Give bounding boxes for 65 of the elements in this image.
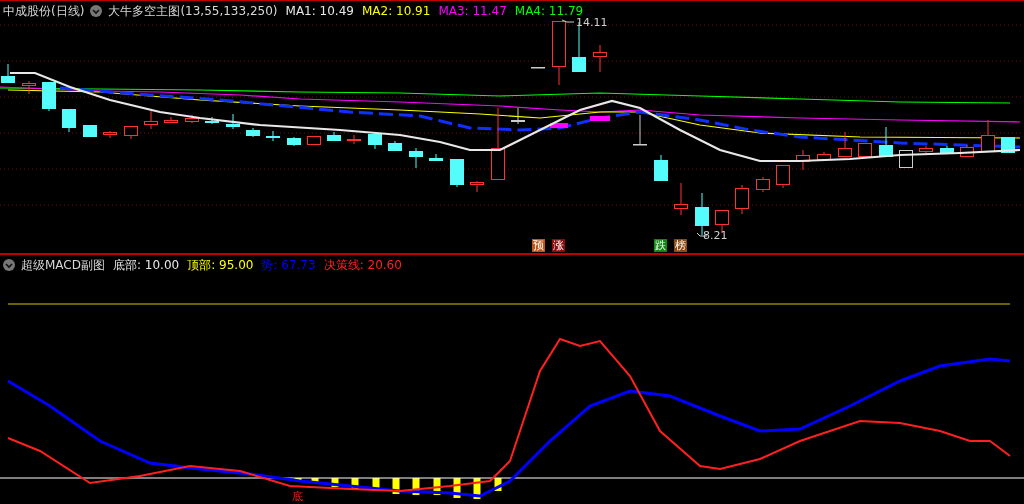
indicator-reading: MA1: 10.49 [285, 4, 354, 18]
candlestick [287, 136, 301, 147]
candlestick [226, 113, 240, 130]
candlestick [42, 81, 56, 112]
candlestick [388, 140, 402, 152]
candlestick [83, 124, 97, 138]
candlestick [858, 142, 872, 158]
candlestick [22, 80, 36, 95]
candlestick [429, 153, 443, 162]
candlestick [960, 144, 974, 158]
candlestick [62, 108, 76, 133]
candlestick [531, 66, 545, 69]
candlestick [246, 127, 260, 138]
candlestick [919, 145, 933, 154]
dropdown-chevron-icon[interactable] [3, 259, 15, 271]
candlestick [838, 131, 852, 158]
candlestick [266, 130, 280, 142]
dropdown-chevron-icon[interactable] [90, 5, 103, 17]
indicator-reading: 决策线: 20.60 [323, 256, 402, 274]
candlestick [552, 20, 566, 86]
indicator-name: 超级MACD副图 [21, 256, 105, 274]
candlestick [735, 184, 749, 215]
candlestick [368, 133, 382, 150]
indicator-reading: MA2: 10.91 [361, 4, 431, 18]
candlestick [103, 130, 117, 139]
candlestick [185, 114, 199, 124]
candlestick [633, 114, 647, 146]
candlestick [654, 154, 668, 182]
signal-block [590, 116, 610, 121]
price-label: 8.21 [703, 229, 728, 242]
candlestick [144, 109, 158, 130]
indicator-reading: MA3: 11.47 [438, 4, 507, 18]
candlestick [940, 145, 954, 154]
indicator-reading: 顶部: 95.00 [187, 256, 254, 274]
candlestick [756, 176, 770, 193]
candlestick [776, 164, 790, 189]
signal-block [550, 123, 568, 128]
candlestick [879, 126, 893, 158]
candlestick [470, 180, 484, 193]
candlestick [307, 135, 321, 146]
candlestick [593, 44, 607, 73]
candlestick [511, 107, 525, 125]
signal-tag: 跌 [654, 239, 667, 252]
candlestick [1, 63, 15, 84]
stock-name: 中成股份(日线) [3, 2, 85, 20]
signal-tag: 榜 [674, 239, 687, 252]
signal-tag: 预 [532, 239, 545, 252]
price-label: 14.11 [576, 16, 608, 29]
candlestick [409, 147, 423, 169]
candlestick [164, 116, 178, 124]
candlestick [981, 119, 995, 153]
candlestick [124, 125, 138, 140]
indicator-reading: 底部: 10.00 [113, 256, 180, 274]
signal-tag: 涨 [552, 239, 565, 252]
candlestick [347, 134, 361, 145]
bottom-marker: 底 [292, 491, 303, 503]
indicator-reading: MA4: 11.79 [514, 4, 584, 18]
candlestick [205, 116, 219, 125]
indicator-reading: 势: 67.73 [261, 256, 316, 274]
candlestick [450, 158, 464, 188]
candlestick [796, 149, 810, 171]
indicator-name: 大牛多空主图(13,55,133,250) [108, 2, 278, 20]
candlestick [327, 131, 341, 142]
candlestick [674, 182, 688, 216]
candlestick [817, 151, 831, 161]
